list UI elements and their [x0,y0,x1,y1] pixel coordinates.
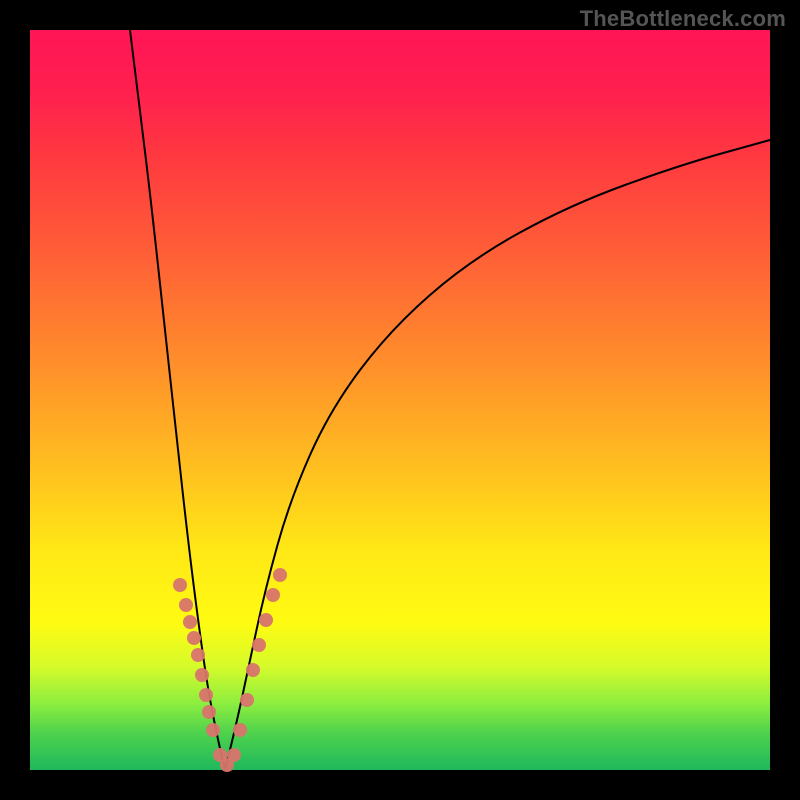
data-marker [266,588,280,602]
data-marker [259,613,273,627]
data-marker [252,638,266,652]
data-marker [195,668,209,682]
data-marker [199,688,213,702]
data-marker [173,578,187,592]
data-marker [227,748,241,762]
data-marker [273,568,287,582]
curve-right-branch [225,140,770,770]
curves-svg [30,30,770,770]
data-marker [233,723,247,737]
chart-frame: TheBottleneck.com [0,0,800,800]
data-marker [240,693,254,707]
data-marker [187,631,201,645]
data-marker [206,723,220,737]
data-marker [246,663,260,677]
watermark-text: TheBottleneck.com [580,6,786,32]
data-marker [179,598,193,612]
data-marker [202,705,216,719]
marker-group [173,568,287,772]
data-marker [183,615,197,629]
data-marker [191,648,205,662]
plot-area [30,30,770,770]
curve-left-branch [130,30,225,770]
